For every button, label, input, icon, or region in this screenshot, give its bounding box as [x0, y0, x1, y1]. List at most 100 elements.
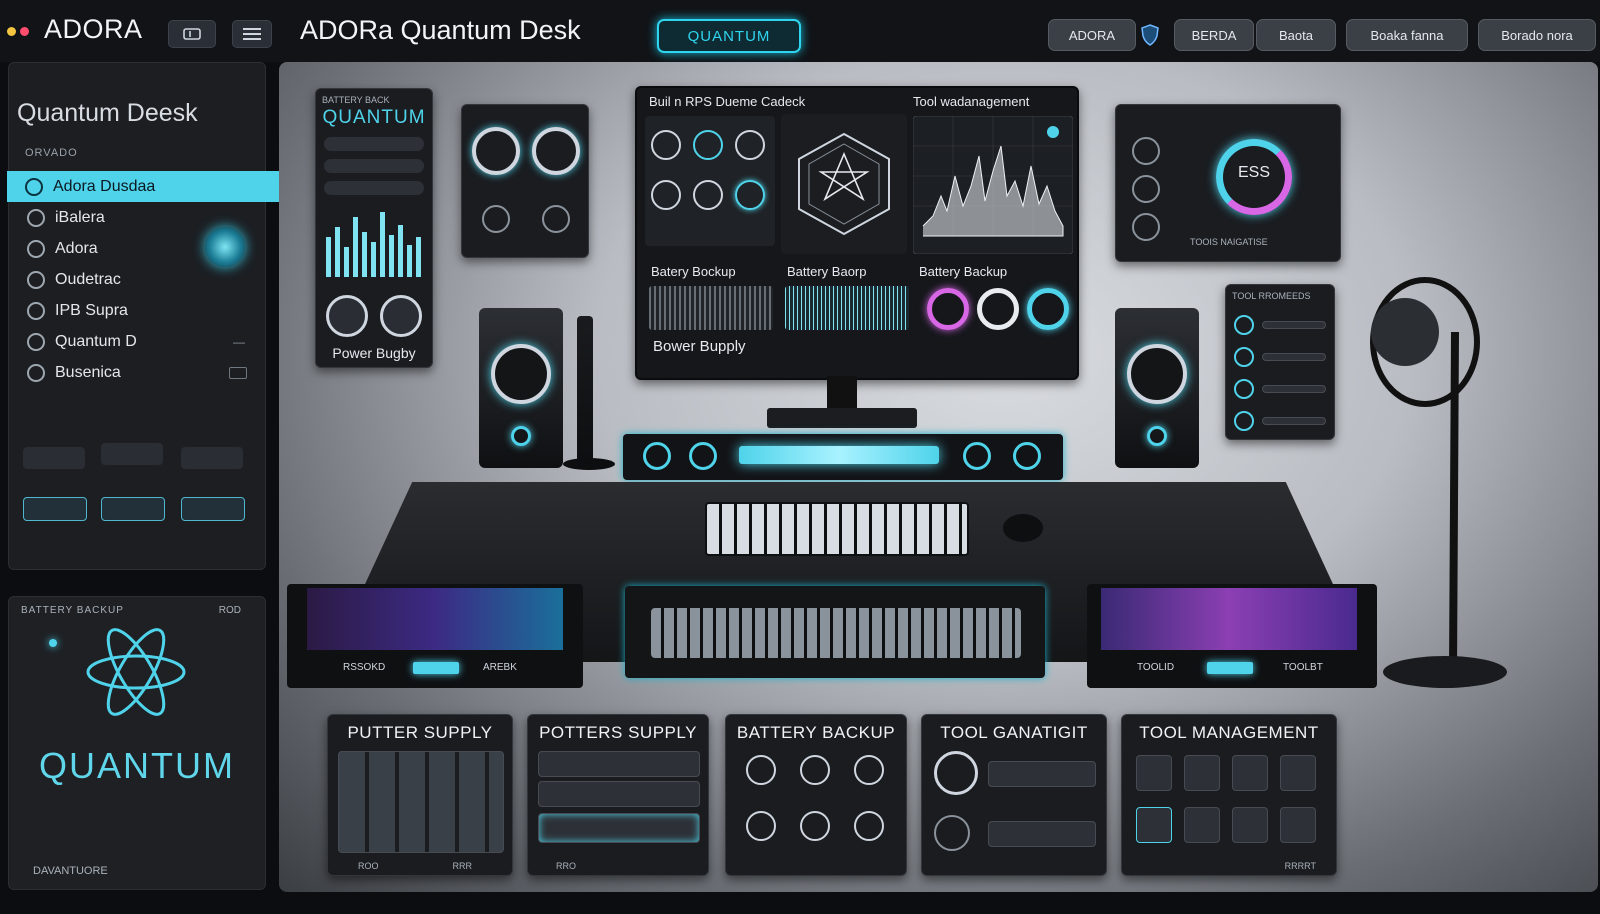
battery-ring-magenta[interactable] — [927, 288, 969, 330]
ess-panel[interactable]: ESS TOOIS NAIGATISE — [1115, 104, 1341, 262]
orb-icon — [25, 177, 43, 196]
speaker-left — [479, 308, 563, 468]
tool-tile[interactable] — [1136, 755, 1172, 791]
battery-ring-cyan[interactable] — [1027, 288, 1069, 330]
tool-dial-icon[interactable] — [934, 751, 978, 795]
tool-settings-panel[interactable]: TOOL RROMEEDS — [1225, 284, 1335, 440]
control-knob[interactable] — [735, 130, 765, 160]
tool-thumb-3[interactable] — [181, 447, 243, 469]
tool-slider[interactable] — [1262, 385, 1326, 393]
battery-icon[interactable] — [800, 755, 830, 785]
tool-slider[interactable] — [1262, 321, 1326, 329]
central-monitor[interactable]: Buil n RPS Dueme Cadeck Tool wadanagemen… — [635, 86, 1079, 380]
knob-4[interactable] — [542, 205, 570, 233]
menu-button[interactable] — [232, 20, 272, 48]
ess-knob-3[interactable] — [1132, 213, 1160, 241]
control-knob[interactable] — [693, 130, 723, 160]
card-title: POTTERS SUPPLY — [539, 723, 697, 742]
nav-pill-baota[interactable]: Baota — [1256, 19, 1336, 51]
knob-panel[interactable] — [461, 104, 589, 258]
knob-2[interactable] — [532, 127, 580, 175]
app-tile[interactable] — [538, 813, 700, 843]
tool-slider[interactable] — [988, 761, 1096, 787]
tool-thumb-2[interactable] — [101, 443, 163, 465]
nav-pill-berda[interactable]: BERDA — [1174, 19, 1254, 51]
quantum-status-panel[interactable]: BATTERY BACK QUANTUM Power Bugby — [315, 88, 433, 368]
app-tile[interactable] — [538, 781, 700, 807]
slider-thumb-3[interactable] — [181, 497, 245, 521]
drawer-handle[interactable] — [1207, 662, 1253, 674]
window-dot-red[interactable] — [20, 27, 29, 36]
knob-1[interactable] — [472, 127, 520, 175]
window-dot-yellow[interactable] — [7, 27, 16, 36]
deck-knob[interactable] — [643, 442, 671, 470]
app-tile[interactable] — [538, 751, 700, 777]
battery-ring-white[interactable] — [977, 288, 1019, 330]
keyboard-tray[interactable] — [625, 586, 1045, 678]
drawer-right[interactable]: TOOLID TOOLBT — [1087, 584, 1377, 688]
deck-knob[interactable] — [689, 442, 717, 470]
tool-slider-knob[interactable] — [1234, 411, 1254, 431]
drawer-left[interactable]: RSSOKD AREBK — [287, 584, 583, 688]
control-knob[interactable] — [735, 180, 765, 210]
control-knob[interactable] — [651, 130, 681, 160]
nav-pill-borado-nora[interactable]: Borado nora — [1478, 19, 1596, 51]
ess-knob-1[interactable] — [1132, 137, 1160, 165]
knob-3[interactable] — [482, 205, 510, 233]
window-toggle-button[interactable] — [168, 20, 216, 48]
battery-icon[interactable] — [854, 755, 884, 785]
control-knob[interactable] — [693, 180, 723, 210]
mouse-icon[interactable] — [1003, 514, 1043, 542]
sidebar-item-adora-dusdaa[interactable]: Adora Dusdaa — [7, 171, 283, 202]
tool-ganatigit-card[interactable]: TOOL GANATIGIT — [921, 714, 1107, 876]
toggle-row-3[interactable] — [324, 181, 424, 195]
tool-slider-knob[interactable] — [1234, 315, 1254, 335]
control-knob[interactable] — [651, 180, 681, 210]
battery-icon[interactable] — [746, 755, 776, 785]
tool-dial-icon[interactable] — [934, 815, 970, 851]
dial-right[interactable] — [380, 295, 422, 337]
slider-thumb-1[interactable] — [23, 497, 87, 521]
tool-management-card[interactable]: TOOL MANAGEMENT RRRRT — [1121, 714, 1337, 876]
battery-icon[interactable] — [854, 811, 884, 841]
control-deck[interactable] — [623, 434, 1063, 480]
deck-knob[interactable] — [1013, 442, 1041, 470]
sidebar-item-quantum-d[interactable]: Quantum D — — [9, 326, 265, 357]
ess-knob-2[interactable] — [1132, 175, 1160, 203]
deck-knob[interactable] — [963, 442, 991, 470]
potters-supply-card[interactable]: POTTERS SUPPLY RRO — [527, 714, 709, 876]
battery-icon[interactable] — [746, 811, 776, 841]
nav-pill-boaka-fanna[interactable]: Boaka fanna — [1346, 19, 1468, 51]
tool-tile[interactable] — [1184, 807, 1220, 843]
tool-tile[interactable] — [1232, 755, 1268, 791]
slider-thumb-2[interactable] — [101, 497, 165, 521]
tool-slider[interactable] — [1262, 353, 1326, 361]
tool-tile[interactable] — [1280, 755, 1316, 791]
nav-pill-adora[interactable]: ADORA — [1048, 19, 1136, 51]
drawer-handle[interactable] — [413, 662, 459, 674]
tool-slider[interactable] — [988, 821, 1096, 847]
toggle-row-1[interactable] — [324, 137, 424, 151]
dial-left[interactable] — [326, 295, 368, 337]
sidebar-item-oudetrac[interactable]: Oudetrac — [9, 264, 265, 295]
app-tile[interactable] — [338, 751, 504, 853]
toggle-row-2[interactable] — [324, 159, 424, 173]
brand-logo[interactable]: ADORA — [44, 14, 143, 45]
tool-slider[interactable] — [1262, 417, 1326, 425]
tool-tile[interactable] — [1232, 807, 1268, 843]
sidebar-item-adora[interactable]: Adora — [9, 227, 265, 267]
tool-tile[interactable] — [1136, 807, 1172, 843]
shield-icon[interactable] — [1141, 24, 1159, 46]
sidebar-item-ipb-supra[interactable]: IPB Supra — [9, 295, 265, 326]
sidebar-item-busenica[interactable]: Busenica — [9, 357, 265, 388]
tool-slider-knob[interactable] — [1234, 379, 1254, 399]
battery-backup-card[interactable]: BATTERY BACKUP — [725, 714, 907, 876]
battery-icon[interactable] — [800, 811, 830, 841]
tool-tile[interactable] — [1280, 807, 1316, 843]
ess-gauge[interactable]: ESS — [1216, 139, 1292, 215]
tool-thumb-1[interactable] — [23, 447, 85, 469]
quantum-mode-button[interactable]: QUANTUM — [657, 19, 801, 53]
tool-slider-knob[interactable] — [1234, 347, 1254, 367]
tool-tile[interactable] — [1184, 755, 1220, 791]
putter-supply-card[interactable]: PUTTER SUPPLY ROO RRR — [327, 714, 513, 876]
